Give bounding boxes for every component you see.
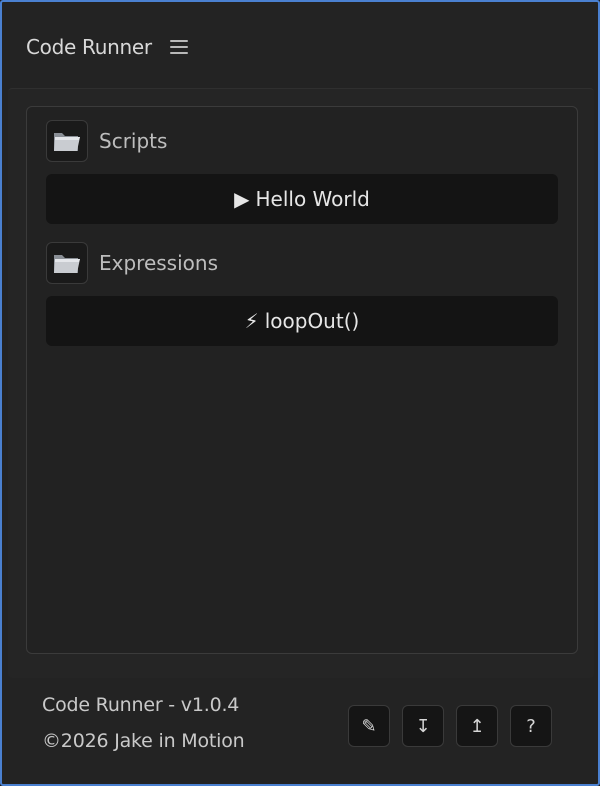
button-label: Hello World: [255, 187, 370, 211]
button-label: loopOut(): [264, 309, 360, 333]
pencil-icon: ✎: [361, 715, 377, 737]
folder-icon[interactable]: [46, 242, 88, 284]
section-label: Scripts: [99, 129, 168, 153]
panel-title: Code Runner: [26, 35, 152, 59]
help-button[interactable]: ?: [510, 705, 552, 747]
help-icon: ?: [526, 715, 536, 737]
hamburger-menu-icon[interactable]: [169, 40, 188, 54]
upload-icon: ↥: [469, 715, 485, 737]
apply-loopout-button[interactable]: ⚡ loopOut(): [46, 296, 558, 346]
panel-header: Code Runner: [26, 32, 188, 62]
play-icon: ▶: [234, 187, 250, 211]
panel-window: Code Runner Scripts ▶ Hello World Expres…: [0, 0, 600, 786]
export-button[interactable]: ↥: [456, 705, 498, 747]
edit-button[interactable]: ✎: [348, 705, 390, 747]
copyright-text: ©2026 Jake in Motion: [42, 730, 245, 752]
run-hello-world-button[interactable]: ▶ Hello World: [46, 174, 558, 224]
import-button[interactable]: ↧: [402, 705, 444, 747]
section-header-scripts: Scripts: [46, 119, 167, 163]
version-text: Code Runner - v1.0.4: [42, 694, 240, 716]
download-icon: ↧: [415, 715, 431, 737]
section-label: Expressions: [99, 251, 218, 275]
section-header-expressions: Expressions: [46, 241, 218, 285]
lightning-icon: ⚡: [244, 309, 259, 333]
folder-icon[interactable]: [46, 120, 88, 162]
